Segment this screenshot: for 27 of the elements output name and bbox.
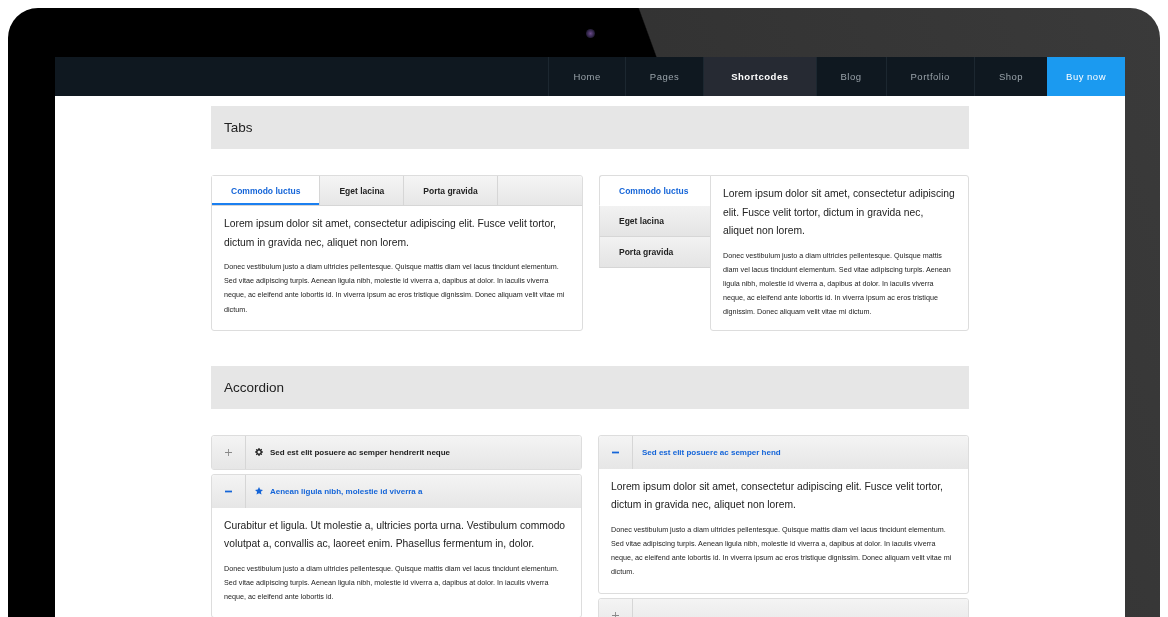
lead-text: Lorem ipsum dolor sit amet, consectetur adipiscing elit. Fusce velit tortor, dictum in gravida nec, aliquet non lorem. — [611, 479, 944, 513]
tab[interactable]: Porta gravida — [599, 237, 711, 268]
tab[interactable]: Commodo luctus — [599, 175, 711, 206]
star-icon — [255, 487, 263, 496]
gear-icon — [255, 448, 263, 457]
lead-text: Lorem ipsum dolor sit amet, consectetur adipiscing elit. Fusce velit tortor, dictum in gravida nec, aliquet non lorem. — [224, 217, 557, 250]
accordion-title: Sed est elit posuere ac semper hendrerit neque — [270, 447, 451, 457]
nav-link[interactable]: Home — [548, 57, 625, 96]
tab[interactable]: Porta gravida — [404, 176, 498, 205]
lead-text: Lorem ipsum dolor sit amet, consectetur adipiscing elit. Fusce velit tortor, dictum in gravida nec, aliquet non lorem. — [723, 187, 956, 238]
tab[interactable]: Eget lacina — [599, 206, 711, 237]
section-heading: Tabs — [211, 106, 969, 149]
nav-link[interactable]: Portfolio — [885, 57, 974, 96]
accordion-title: Sed est elit posuere ac semper hend — [642, 447, 781, 457]
accordion-header[interactable]: Sed est elit posuere ac semper hend — [599, 435, 968, 469]
camera-icon — [585, 29, 595, 38]
lead-text: Curabitur et ligula. Ut molestie a, ultricies porta urna. Vestibulum commodo volutpat a, convallis ac, laoreet enim. Phasellus fermentum in, dolor. — [224, 518, 567, 552]
plus-icon — [612, 611, 619, 617]
accordion-header[interactable]: Sed est elit posuere ac semper hendrerit neque — [212, 435, 581, 469]
plus-icon — [225, 448, 232, 456]
accordion-title: Aenean ligula nibh, molestie id viverra a — [270, 486, 423, 496]
accordion-header[interactable]: Aenean ligula nibh, molestie id viverra a — [212, 474, 581, 508]
tab[interactable]: Eget lacina — [320, 176, 405, 205]
tab[interactable]: Commodo luctus — [212, 176, 321, 205]
nav-link[interactable]: Blog — [815, 57, 886, 96]
section-heading: Accordion — [211, 365, 969, 409]
nav-link[interactable]: Shortcodes — [703, 57, 816, 96]
